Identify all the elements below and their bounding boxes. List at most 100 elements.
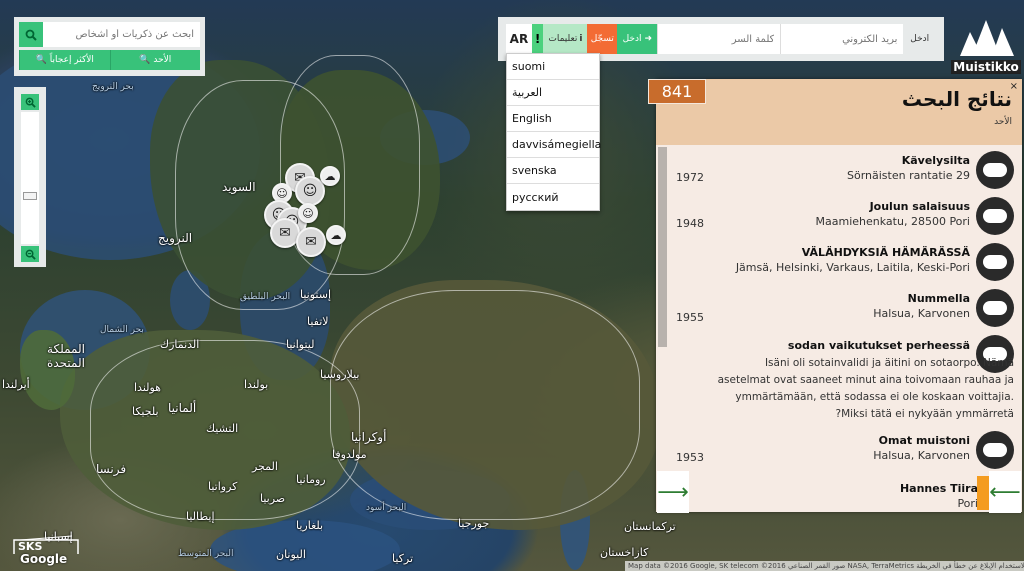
- map-label-estonia: إستونيا: [300, 288, 332, 301]
- result-year: 1953: [676, 451, 704, 464]
- help-label: تعليمات: [548, 34, 578, 44]
- result-item[interactable]: Joulun salaisuus Maamiehenkatu, 28500 Po…: [670, 197, 1014, 237]
- exclamation-button[interactable]: !: [531, 24, 544, 54]
- language-option[interactable]: svenska: [507, 158, 599, 184]
- result-location: Pori: [957, 497, 978, 510]
- map-marker[interactable]: ✉: [296, 227, 326, 257]
- language-option[interactable]: English: [507, 106, 599, 132]
- language-option[interactable]: suomi: [507, 54, 599, 80]
- search-button[interactable]: [19, 22, 43, 47]
- result-description-line: Isäni oli sotainvalidi ja äitini on sota…: [764, 357, 1014, 369]
- map-label-baltic-sea: البحر البلطيق: [240, 292, 291, 302]
- results-count-badge: 841: [648, 79, 706, 104]
- map-label-latvia: لاتفيا: [307, 315, 329, 328]
- sign-in-icon: ➜: [644, 34, 652, 44]
- zoom-slider-handle[interactable]: [23, 192, 37, 200]
- map-marker[interactable]: ☁: [320, 166, 340, 186]
- map-label-turkmenistan: تركمانستان: [624, 520, 676, 533]
- map-label-greece: اليونان: [276, 548, 306, 561]
- map-attribution[interactable]: Map data ©2016 Google, SK telecom ©2016 …: [625, 561, 1024, 571]
- map-label-lithuania: ليتوانيا: [286, 338, 315, 351]
- tab-newest[interactable]: 🔍 الأحد: [109, 50, 200, 70]
- login-prompt: ادخل: [910, 34, 930, 44]
- result-year: 1972: [676, 171, 704, 184]
- language-option[interactable]: davvisámegiella: [507, 132, 601, 158]
- map-label-norway: النرويج: [158, 231, 193, 245]
- results-subtitle: الأحد: [994, 117, 1012, 127]
- language-menu: suomi العربية English davvisámegiella sv…: [506, 53, 601, 211]
- zoom-in-icon: [25, 97, 36, 108]
- result-location: Halsua, Karvonen: [873, 307, 970, 320]
- info-icon: i: [579, 34, 583, 44]
- result-title: Hannes Tiira: [899, 482, 978, 495]
- map-label-ireland: أيرلندا: [2, 378, 30, 391]
- result-title: VÄLÄHDYKSIÄ HÄMÄRÄSSÄ: [801, 246, 970, 259]
- result-item[interactable]: Nummella Halsua, Karvonen 1955: [670, 289, 1014, 329]
- map-label-germany: ألمانيا: [168, 401, 197, 415]
- map-label-serbia: صربيا: [260, 492, 286, 505]
- map-marker[interactable]: ☁: [326, 225, 346, 245]
- result-year: 1955: [676, 311, 704, 324]
- language-option[interactable]: العربية: [507, 80, 599, 106]
- help-button[interactable]: تعليمات i: [543, 24, 588, 54]
- map-label-poland: بولندا: [244, 378, 269, 391]
- map-label-kazakhstan: كازاخستان: [600, 546, 649, 559]
- password-field[interactable]: [657, 24, 781, 54]
- map-marker[interactable]: ☺: [298, 203, 318, 223]
- search-results-panel: نتائج البحث الأحد × Kävelysilta Sörnäist…: [656, 79, 1022, 512]
- result-item[interactable]: sodan vaikutukset perheessä Isäni oli so…: [670, 335, 1014, 427]
- scrollbar[interactable]: [658, 147, 667, 347]
- map-label-mediterranean: البحر المتوسط: [178, 549, 234, 559]
- tab-newest-label: الأحد: [153, 55, 172, 65]
- map-label-black-sea: البحر أسود: [366, 503, 407, 513]
- memory-cloud-icon: [976, 243, 1014, 281]
- result-item[interactable]: Hannes Tiira Pori: [696, 479, 982, 515]
- results-title: نتائج البحث: [901, 87, 1012, 111]
- prev-arrow-button[interactable]: ⟵: [989, 471, 1021, 513]
- map-label-norwegian-sea: بحر النرويج: [92, 82, 134, 92]
- search-panel: 🔍 الأكثر إعجاباً 🔍 الأحد: [14, 17, 205, 76]
- zoom-out-button[interactable]: [21, 246, 39, 262]
- result-description-line: ?Miksi tätä ei nykyään ymmärretä: [835, 408, 1015, 420]
- close-icon[interactable]: ×: [1010, 81, 1018, 92]
- results-list: Kävelysilta Sörnäisten rantatie 29 1972 …: [656, 145, 1022, 512]
- zoom-out-icon: [25, 249, 36, 260]
- zoom-slider-track[interactable]: [21, 112, 39, 244]
- map-label-sweden: السويد: [222, 180, 256, 194]
- language-toggle[interactable]: AR: [506, 24, 532, 54]
- tab-popular-label: الأكثر إعجاباً: [49, 55, 94, 65]
- language-option[interactable]: русский: [507, 184, 599, 210]
- memory-cloud-icon: [976, 289, 1014, 327]
- map-label-belgium: بلجيكا: [132, 405, 159, 418]
- result-title: Omat muistoni: [878, 434, 970, 447]
- result-title: sodan vaikutukset perheessä: [787, 339, 970, 352]
- map-label-czech: التشيك: [206, 422, 239, 435]
- login-label: ادخل: [622, 34, 642, 44]
- result-title: Nummella: [907, 292, 970, 305]
- memory-cloud-icon: [976, 197, 1014, 235]
- search-input[interactable]: [43, 22, 200, 47]
- map-label-italy: إيطاليا: [186, 510, 215, 523]
- map-label-turkey: تركيا: [392, 552, 414, 565]
- map-label-georgia: جورجيا: [458, 517, 490, 530]
- search-icon: 🔍: [35, 55, 47, 65]
- result-item[interactable]: Kävelysilta Sörnäisten rantatie 29 1972: [670, 151, 1014, 191]
- result-item[interactable]: VÄLÄHDYKSIÄ HÄMÄRÄSSÄ Jämsä, Helsinki, V…: [670, 243, 1014, 283]
- login-button[interactable]: ادخل ➜: [617, 24, 658, 54]
- search-icon: [25, 29, 37, 41]
- logo-mark-icon: [960, 20, 1014, 56]
- email-field[interactable]: [780, 24, 904, 54]
- result-item[interactable]: Omat muistoni Halsua, Karvonen 1953: [670, 431, 1014, 471]
- tab-popular[interactable]: 🔍 الأكثر إعجاباً: [19, 50, 110, 70]
- zoom-control: [14, 87, 46, 267]
- map-label-uk: المملكة المتحدة: [47, 342, 85, 370]
- next-arrow-button[interactable]: ⟶: [657, 471, 689, 513]
- result-description-line: asetelmat ovat saaneet minut aina toivom…: [717, 374, 1014, 386]
- result-description-line: ymmärtämään, että sodassa ei ole koskaan…: [735, 391, 1014, 403]
- map-label-romania: رومانيا: [296, 473, 326, 486]
- search-icon: 🔍: [139, 55, 151, 65]
- logo[interactable]: Muistikko: [951, 18, 1021, 76]
- map-label-bulgaria: بلغاريا: [296, 519, 324, 532]
- zoom-in-button[interactable]: [21, 94, 39, 110]
- register-button[interactable]: تسجّل: [587, 24, 618, 54]
